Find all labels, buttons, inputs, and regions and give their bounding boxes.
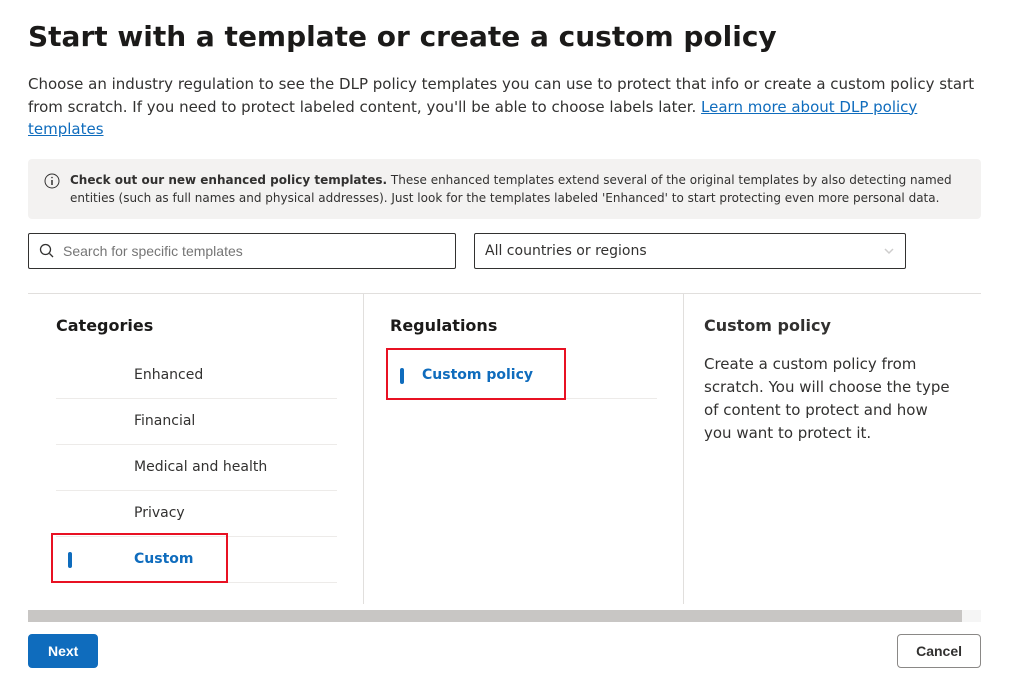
horizontal-scrollbar[interactable] xyxy=(28,610,981,622)
categories-heading: Categories xyxy=(56,316,337,335)
search-input[interactable] xyxy=(63,243,445,259)
categories-column: Categories Enhanced Financial Medical an… xyxy=(28,294,364,604)
info-icon xyxy=(44,173,60,189)
next-button[interactable]: Next xyxy=(28,634,98,668)
region-dropdown[interactable]: All countries or regions xyxy=(474,233,906,269)
scrollbar-thumb[interactable] xyxy=(28,610,962,622)
footer: Next Cancel xyxy=(28,622,981,668)
search-icon xyxy=(39,243,55,259)
regulation-custom-policy[interactable]: Custom policy xyxy=(390,353,657,399)
category-privacy[interactable]: Privacy xyxy=(56,491,337,537)
info-banner: Check out our new enhanced policy templa… xyxy=(28,159,981,219)
filter-row: All countries or regions xyxy=(28,233,981,269)
details-body: Create a custom policy from scratch. You… xyxy=(704,353,955,446)
chevron-down-icon xyxy=(883,245,895,257)
cancel-button[interactable]: Cancel xyxy=(897,634,981,668)
category-custom[interactable]: Custom xyxy=(56,537,337,583)
region-selected: All countries or regions xyxy=(485,243,647,259)
category-medical[interactable]: Medical and health xyxy=(56,445,337,491)
categories-list: Enhanced Financial Medical and health Pr… xyxy=(56,353,337,583)
info-content: Check out our new enhanced policy templa… xyxy=(70,171,965,207)
content-columns: Categories Enhanced Financial Medical an… xyxy=(28,294,981,604)
regulations-column: Regulations Custom policy xyxy=(364,294,684,604)
search-box[interactable] xyxy=(28,233,456,269)
info-bold: Check out our new enhanced policy templa… xyxy=(70,173,387,187)
page-title: Start with a template or create a custom… xyxy=(28,20,981,53)
regulations-heading: Regulations xyxy=(390,316,657,335)
intro-paragraph: Choose an industry regulation to see the… xyxy=(28,73,981,141)
details-heading: Custom policy xyxy=(704,316,955,335)
details-column: Custom policy Create a custom policy fro… xyxy=(684,294,981,604)
category-financial[interactable]: Financial xyxy=(56,399,337,445)
regulations-list: Custom policy xyxy=(390,353,657,399)
category-enhanced[interactable]: Enhanced xyxy=(56,353,337,399)
